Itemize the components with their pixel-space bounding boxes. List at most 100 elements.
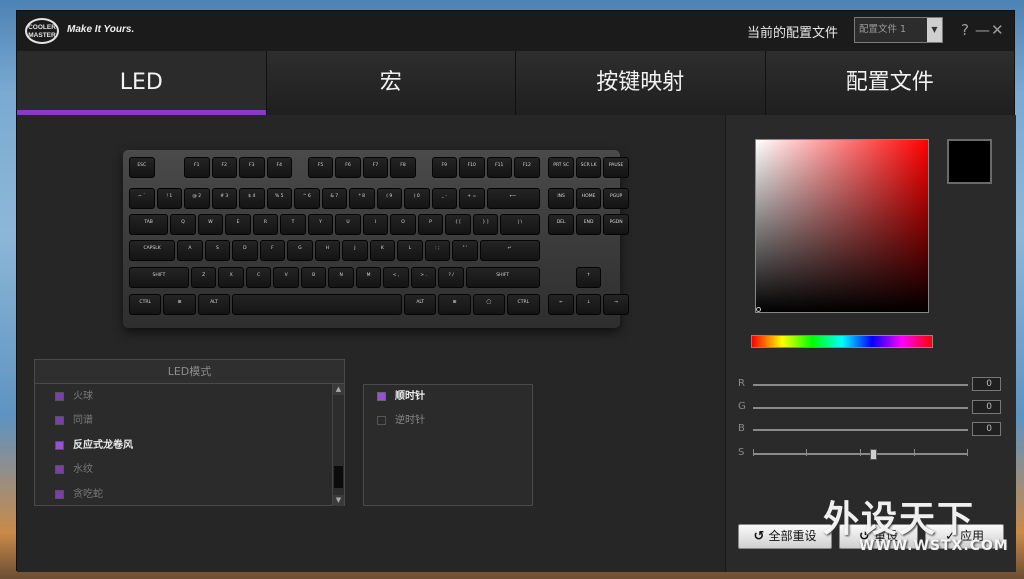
slider-track[interactable] [753,429,968,431]
key[interactable]: K [369,240,396,261]
key[interactable]: @ 2 [184,188,210,209]
key[interactable]: D [232,240,258,261]
key[interactable]: Y [307,214,334,235]
checkbox[interactable] [55,440,64,450]
key[interactable]: CTRL [507,294,540,315]
key[interactable]: A [177,240,203,261]
apply-button[interactable]: ✓ 应用 [925,524,1004,549]
key[interactable]: TAB [129,214,169,235]
checkbox[interactable] [55,415,64,425]
key[interactable]: & 7 [321,188,347,209]
checkbox[interactable] [377,391,386,401]
key[interactable]: B [300,267,327,288]
key[interactable] [232,294,402,315]
key[interactable]: ⊞ [438,294,471,315]
reset-button[interactable]: ↺ 重设 [839,524,918,549]
key[interactable]: F3 [239,157,265,178]
key[interactable]: HOME [575,188,602,209]
key[interactable]: SCR LK [575,157,602,178]
slider-s[interactable]: S [738,447,1002,461]
reset-all-button[interactable]: ↺ 全部重设 [738,524,832,549]
key[interactable]: T [280,214,306,235]
slider-r[interactable]: R 0 [738,377,1002,392]
key[interactable]: ⟵ [486,188,540,209]
key[interactable]: ⊞ [163,294,196,315]
key[interactable]: CTRL [129,294,162,315]
slider-track[interactable] [753,407,968,409]
key[interactable]: ↵ [479,240,540,261]
key[interactable]: _ - [431,188,457,209]
key[interactable]: ◯ [472,294,506,315]
key[interactable]: PGDN [603,214,629,235]
key[interactable]: ! 1 [156,188,182,209]
direction-clockwise[interactable]: 顺时针 [377,389,425,405]
key[interactable]: SHIFT [465,267,540,288]
key[interactable]: F6 [335,157,361,178]
checkbox[interactable] [55,489,64,499]
key[interactable]: ESC [129,157,155,178]
key[interactable]: < , [383,267,409,288]
key[interactable]: H [314,240,341,261]
key[interactable]: I [362,214,389,235]
key[interactable]: : ; [424,240,451,261]
key[interactable]: ^ 6 [294,188,320,209]
scroll-down-icon[interactable]: ▼ [333,495,344,506]
key[interactable]: } ] [472,214,499,235]
key[interactable]: { [ [445,214,471,235]
key[interactable]: END [575,214,602,235]
key[interactable]: # 3 [211,188,237,209]
checkbox[interactable] [377,415,386,425]
help-button[interactable]: ? [961,21,969,39]
key[interactable]: CAPSLK [129,240,176,261]
slider-value-input[interactable]: 0 [972,422,1001,436]
key[interactable]: L [397,240,423,261]
checkbox[interactable] [55,391,64,401]
scrollbar-thumb[interactable] [334,466,343,488]
tab-macro[interactable]: 宏 [266,51,516,115]
key[interactable]: F [259,240,286,261]
slider-value-input[interactable]: 0 [972,400,1001,414]
led-mode-spectrum[interactable]: 同谱 [55,413,93,429]
slider-track[interactable] [753,384,968,386]
led-mode-ripple[interactable]: 水纹 [55,462,93,478]
scroll-up-icon[interactable]: ▲ [333,384,344,395]
key[interactable]: ↓ [575,294,602,315]
key[interactable]: W [197,214,224,235]
tab-profiles[interactable]: 配置文件 [765,51,1014,115]
color-picker-marker[interactable] [756,307,761,312]
hue-slider[interactable] [751,335,933,348]
led-mode-reactive-tornado[interactable]: 反应式龙卷风 [55,438,133,454]
slider-b[interactable]: B 0 [738,422,1002,437]
key[interactable]: Q [170,214,196,235]
key[interactable]: DEL [548,214,574,235]
key[interactable]: F10 [459,157,485,178]
speed-slider-thumb[interactable] [870,449,877,460]
key[interactable]: F7 [362,157,389,178]
led-mode-fireball[interactable]: 火球 [55,389,93,405]
key[interactable]: U [335,214,361,235]
key[interactable]: N [328,267,354,288]
key[interactable]: O [390,214,416,235]
key[interactable]: M [355,267,382,288]
key[interactable]: V [273,267,299,288]
checkbox[interactable] [55,464,64,474]
key[interactable]: $ 4 [239,188,265,209]
key[interactable]: ← [548,294,574,315]
key[interactable]: F1 [184,157,210,178]
key[interactable]: INS [548,188,574,209]
key[interactable]: + = [459,188,485,209]
key[interactable]: → [603,294,629,315]
slider-value-input[interactable]: 0 [972,377,1001,391]
key[interactable]: C [245,267,272,288]
key[interactable]: ( 9 [376,188,402,209]
close-button[interactable]: ✕ [991,21,1004,39]
key[interactable]: ALT [404,294,437,315]
key[interactable]: S [204,240,231,261]
key[interactable]: PRT SC [548,157,574,178]
profile-select[interactable]: 配置文件 1 ▼ [854,17,943,43]
slider-g[interactable]: G 0 [738,400,1002,415]
key[interactable]: " ' [452,240,478,261]
key[interactable]: % 5 [266,188,292,209]
key[interactable]: F5 [307,157,334,178]
key[interactable]: G [287,240,313,261]
